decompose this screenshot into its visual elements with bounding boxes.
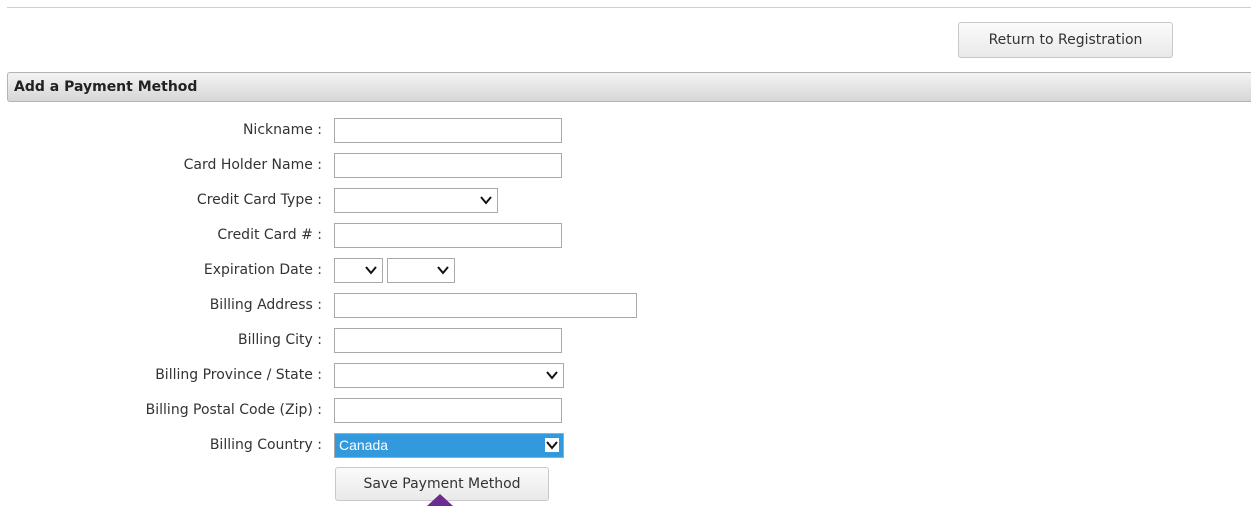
billing-city-label: Billing City : [238, 332, 322, 348]
return-to-registration-button[interactable]: Return to Registration [958, 22, 1173, 58]
billing-country-select[interactable]: Canada [334, 433, 564, 458]
expiration-year-select[interactable] [387, 258, 455, 283]
card-number-label: Credit Card # : [217, 227, 322, 243]
card-number-input[interactable] [334, 223, 562, 248]
billing-country-row: Billing Country : Canada [0, 433, 1251, 459]
card-type-label: Credit Card Type : [196, 192, 322, 208]
chevron-down-icon [480, 196, 492, 205]
billing-postal-row: Billing Postal Code (Zip) : [0, 398, 1251, 424]
billing-province-select[interactable] [334, 363, 564, 388]
card-holder-row: Card Holder Name : [0, 153, 1251, 179]
chevron-down-icon [365, 266, 377, 275]
billing-postal-input[interactable] [334, 398, 562, 423]
billing-address-label: Billing Address : [209, 297, 322, 313]
billing-city-input[interactable] [334, 328, 562, 353]
mouse-cursor-icon [427, 494, 453, 506]
expiration-month-select[interactable] [334, 258, 383, 283]
nickname-input[interactable] [334, 118, 562, 143]
billing-address-input[interactable] [334, 293, 637, 318]
billing-address-row: Billing Address : [0, 293, 1251, 319]
billing-country-value: Canada [339, 437, 389, 453]
billing-country-label: Billing Country : [209, 437, 322, 453]
nickname-row: Nickname : [0, 118, 1251, 144]
card-type-row: Credit Card Type : [0, 188, 1251, 214]
chevron-down-icon [437, 266, 449, 275]
chevron-down-icon [545, 438, 559, 452]
top-divider [7, 7, 1251, 8]
expiration-row: Expiration Date : [0, 258, 1251, 284]
card-holder-label: Card Holder Name : [183, 157, 322, 173]
card-type-select[interactable] [334, 188, 498, 213]
billing-province-label: Billing Province / State : [155, 367, 322, 383]
expiration-label: Expiration Date : [203, 262, 322, 278]
chevron-down-icon [546, 371, 558, 380]
section-header: Add a Payment Method [7, 72, 1251, 102]
billing-city-row: Billing City : [0, 328, 1251, 354]
card-holder-input[interactable] [334, 153, 562, 178]
section-title: Add a Payment Method [14, 79, 198, 95]
nickname-label: Nickname : [242, 122, 322, 138]
billing-postal-label: Billing Postal Code (Zip) : [145, 402, 322, 418]
billing-province-row: Billing Province / State : [0, 363, 1251, 389]
card-number-row: Credit Card # : [0, 223, 1251, 249]
